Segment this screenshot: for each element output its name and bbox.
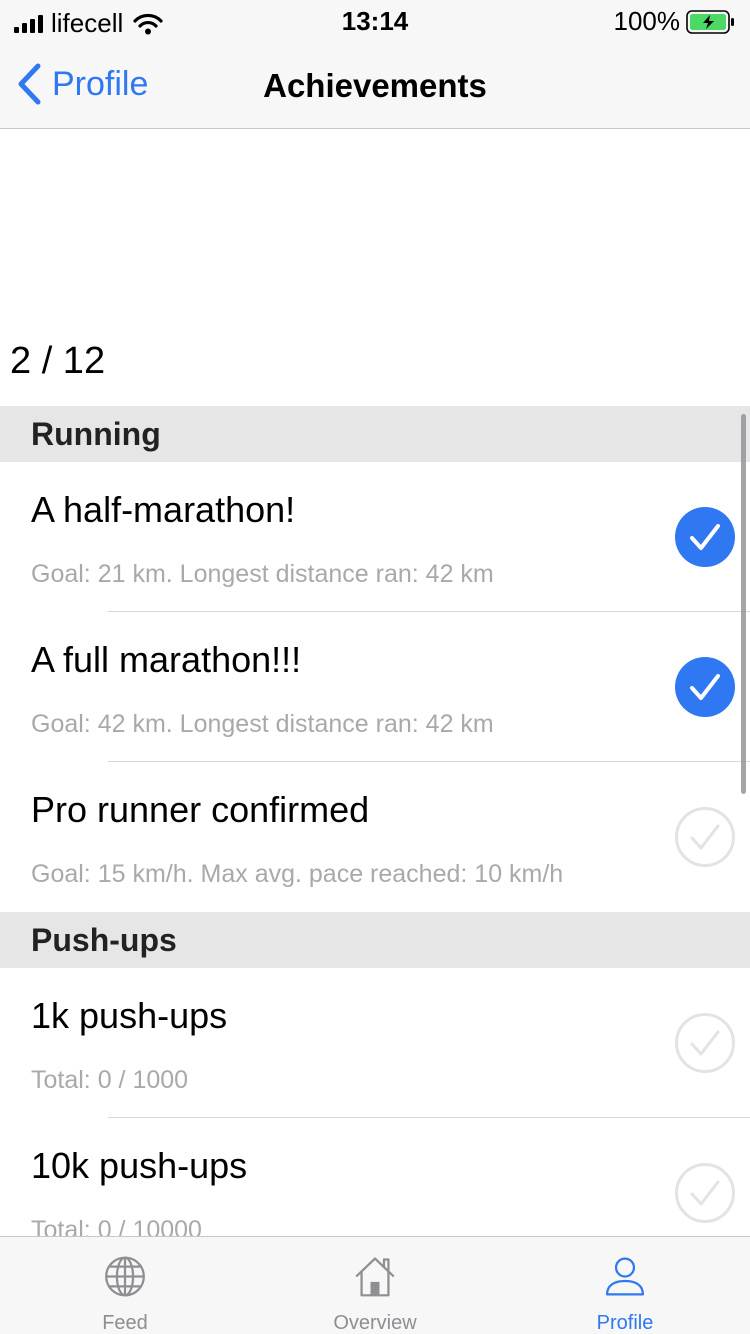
achievement-subtitle: Total: 0 / 1000 [31,1066,189,1094]
list-item[interactable]: A full marathon!!! Goal: 42 km. Longest … [0,612,750,762]
achievement-title: 10k push-ups [31,1145,248,1186]
checkmark-filled-icon [675,507,735,567]
tab-label: Profile [596,1312,654,1334]
tab-bar: Feed Overview Profile [0,1236,750,1334]
status-right: 100% [614,6,737,37]
person-icon [605,1257,645,1296]
battery-percentage: 100% [613,6,681,36]
tab-label: Overview [333,1312,417,1334]
tab-overview[interactable]: Overview [250,1237,500,1334]
tab-profile[interactable]: Profile [500,1237,750,1334]
navigation-bar: Profile Achievements [0,40,750,129]
achievement-subtitle: Total: 0 / 10000 [31,1216,202,1236]
checkmark-outline-icon [675,1013,735,1073]
list-item[interactable]: 10k push-ups Total: 0 / 10000 [0,1118,750,1236]
checkmark-filled-icon [675,657,735,717]
list-item[interactable]: Pro runner confirmed Goal: 15 km/h. Max … [0,762,750,912]
achievement-subtitle: Goal: 21 km. Longest distance ran: 42 km [31,560,494,588]
list-item[interactable]: A half-marathon! Goal: 21 km. Longest di… [0,462,750,612]
house-icon [355,1257,395,1297]
page-title: Achievements [263,67,487,104]
achievement-title: A half-marathon! [31,489,296,530]
scroll-indicator[interactable] [741,414,746,794]
achievement-title: A full marathon!!! [31,639,302,680]
achievement-title: Pro runner confirmed [31,789,370,830]
section-header-push-ups: Push-ups [0,912,750,968]
status-bar: lifecell 13:14 100% [0,0,750,40]
battery-charging-icon [686,9,734,34]
checkmark-outline-icon [675,1163,735,1223]
achievement-title: 1k push-ups [31,995,228,1036]
section-header-running: Running [0,406,750,462]
checkmark-outline-icon [675,807,735,867]
tab-feed[interactable]: Feed [0,1237,250,1334]
achievements-counter: 2 / 12 [10,340,106,382]
achievement-subtitle: Goal: 42 km. Longest distance ran: 42 km [31,710,494,738]
globe-icon [105,1256,145,1297]
list-item[interactable]: 1k push-ups Total: 0 / 1000 [0,968,750,1118]
tab-label: Feed [102,1312,148,1334]
achievement-subtitle: Goal: 15 km/h. Max avg. pace reached: 10… [31,860,564,888]
achievements-list[interactable]: Running A half-marathon! Goal: 21 km. Lo… [0,406,750,1236]
